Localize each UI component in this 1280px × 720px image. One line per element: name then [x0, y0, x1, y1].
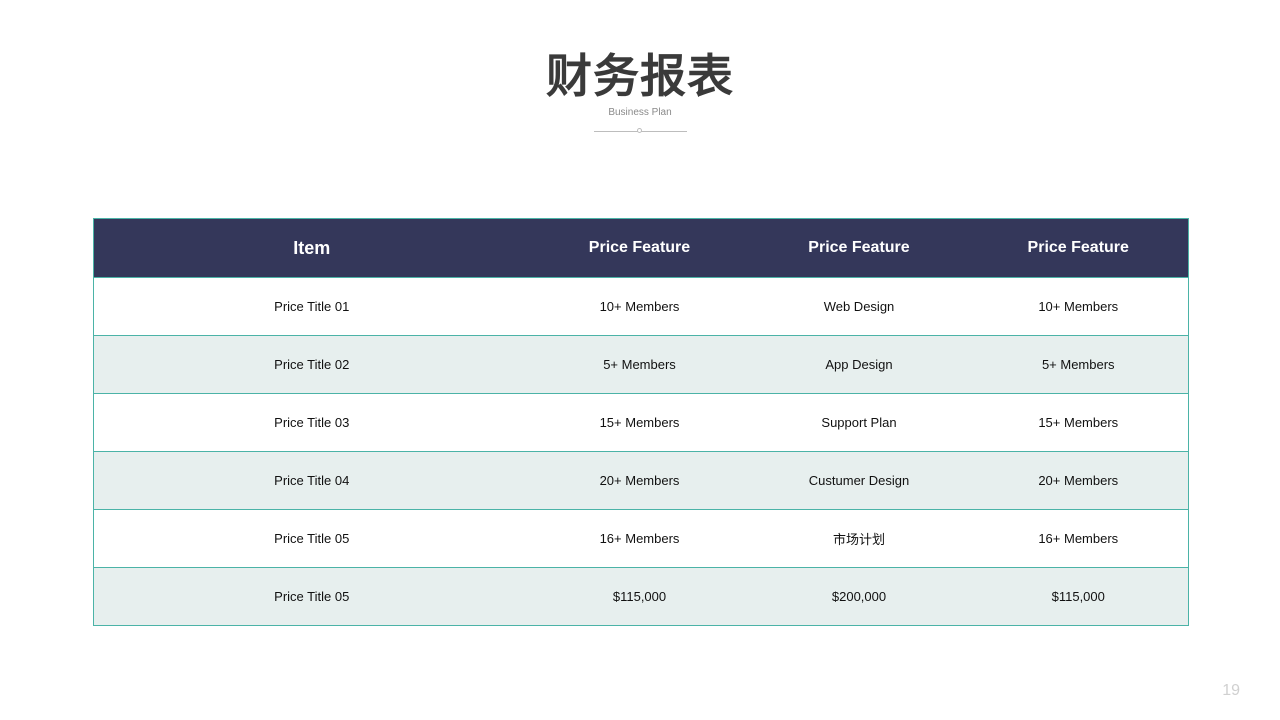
cell-feature-3: 20+ Members — [968, 451, 1189, 510]
cell-feature-1: 15+ Members — [529, 393, 750, 452]
cell-feature-3: 5+ Members — [968, 335, 1189, 394]
cell-item: Price Title 05 — [93, 567, 530, 626]
cell-feature-2: Custumer Design — [749, 451, 969, 510]
cell-feature-2: App Design — [749, 335, 969, 394]
divider-dot-icon — [637, 128, 642, 133]
cell-item: Price Title 05 — [93, 509, 530, 568]
cell-item: Price Title 01 — [93, 277, 530, 336]
table-row: Price Title 05 $115,000 $200,000 $115,00… — [93, 567, 1189, 626]
cell-feature-2: Web Design — [749, 277, 969, 336]
cell-feature-3: 15+ Members — [968, 393, 1189, 452]
cell-feature-2: $200,000 — [749, 567, 969, 626]
table-row: Price Title 05 16+ Members 市场计划 16+ Memb… — [93, 509, 1189, 568]
table-header-row: Item Price Feature Price Feature Price F… — [93, 218, 1189, 278]
header-price-feature-3: Price Feature — [968, 218, 1189, 278]
cell-feature-3: 16+ Members — [968, 509, 1189, 568]
cell-feature-2: 市场计划 — [749, 509, 969, 568]
table-row: Price Title 01 10+ Members Web Design 10… — [93, 277, 1189, 336]
table-row: Price Title 04 20+ Members Custumer Desi… — [93, 451, 1189, 510]
cell-feature-3: 10+ Members — [968, 277, 1189, 336]
cell-feature-1: $115,000 — [529, 567, 750, 626]
header-price-feature-1: Price Feature — [529, 218, 750, 278]
table-row: Price Title 02 5+ Members App Design 5+ … — [93, 335, 1189, 394]
price-table: Item Price Feature Price Feature Price F… — [93, 218, 1189, 626]
cell-feature-3: $115,000 — [968, 567, 1189, 626]
page-number: 19 — [1222, 682, 1240, 699]
header-item: Item — [93, 218, 530, 278]
cell-feature-1: 10+ Members — [529, 277, 750, 336]
cell-item: Price Title 03 — [93, 393, 530, 452]
financial-table: Item Price Feature Price Feature Price F… — [93, 218, 1189, 626]
cell-feature-1: 16+ Members — [529, 509, 750, 568]
header-price-feature-2: Price Feature — [749, 218, 969, 278]
cell-item: Price Title 02 — [93, 335, 530, 394]
cell-feature-2: Support Plan — [749, 393, 969, 452]
slide-title: 财务报表 — [546, 49, 734, 103]
slide-subtitle: Business Plan — [608, 107, 672, 118]
table-row: Price Title 03 15+ Members Support Plan … — [93, 393, 1189, 452]
cell-feature-1: 5+ Members — [529, 335, 750, 394]
cell-item: Price Title 04 — [93, 451, 530, 510]
cell-feature-1: 20+ Members — [529, 451, 750, 510]
